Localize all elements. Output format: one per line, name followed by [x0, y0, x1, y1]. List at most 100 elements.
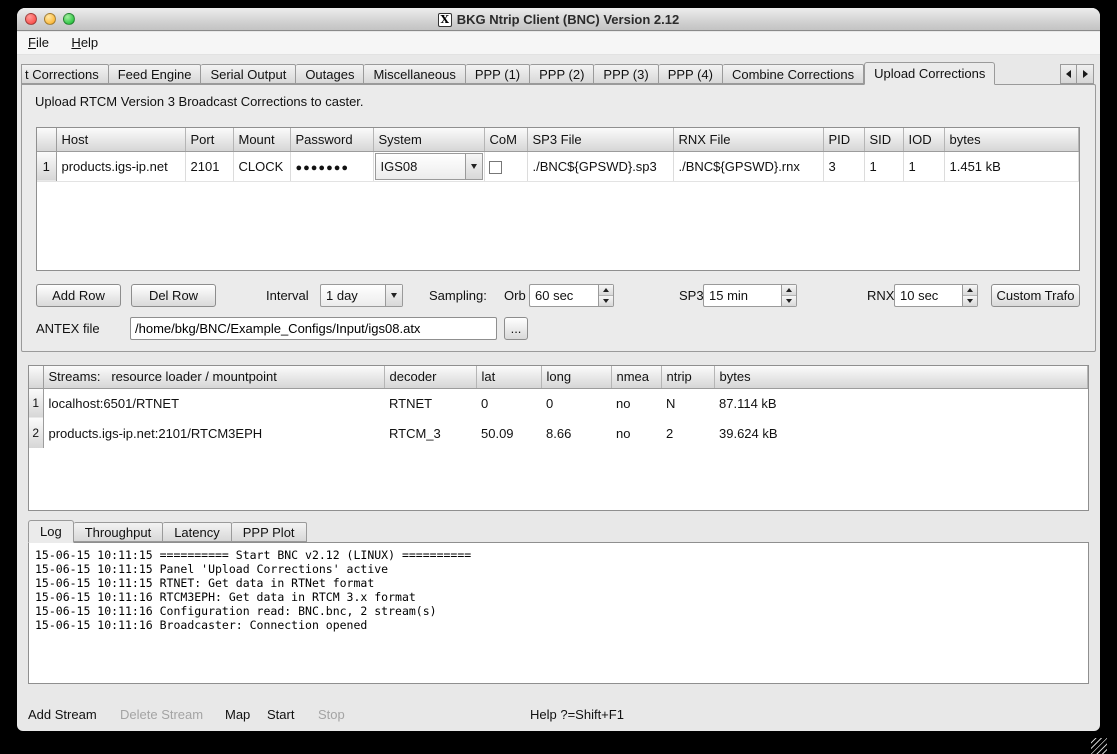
- menu-bar: File Help: [17, 32, 1100, 55]
- interval-combo[interactable]: 1 day: [320, 284, 403, 307]
- spinner-up-icon: [967, 288, 973, 292]
- tab-ppp-1[interactable]: PPP (1): [466, 64, 530, 84]
- rnx-sampling-value: 10 sec: [895, 285, 962, 306]
- rnx-sampling-spinner[interactable]: 10 sec: [894, 284, 978, 307]
- row-header-1: 1: [29, 388, 43, 418]
- host-cell[interactable]: products.igs-ip.net: [56, 151, 185, 181]
- tab-scroll-left-button[interactable]: [1060, 64, 1077, 84]
- bytes-cell: 87.114 kB: [714, 388, 1088, 418]
- tab-scroll-right-button[interactable]: [1077, 64, 1094, 84]
- tab-combine-corrections[interactable]: Combine Corrections: [723, 64, 864, 84]
- tab-ppp-plot[interactable]: PPP Plot: [232, 522, 307, 542]
- log-line: 15-06-15 10:11:15 RTNET: Get data in RTN…: [35, 576, 1082, 590]
- antex-file-input[interactable]: [130, 317, 497, 340]
- pid-cell[interactable]: 3: [823, 151, 864, 181]
- system-combo[interactable]: IGS08: [375, 153, 483, 180]
- ntrip-cell: N: [661, 388, 714, 418]
- spinner-up-icon: [786, 288, 792, 292]
- panel-description: Upload RTCM Version 3 Broadcast Correcti…: [35, 94, 364, 109]
- ntrip-cell: 2: [661, 418, 714, 448]
- column-header-nmea: nmea: [611, 366, 661, 388]
- zoom-button[interactable]: [63, 13, 75, 25]
- antex-browse-button[interactable]: ...: [504, 317, 528, 340]
- spinner-arrows[interactable]: [962, 285, 977, 306]
- tab-log[interactable]: Log: [28, 520, 74, 543]
- sid-cell[interactable]: 1: [864, 151, 903, 181]
- interval-label: Interval: [266, 284, 309, 307]
- delete-stream-button[interactable]: Delete Stream: [120, 705, 203, 725]
- column-header-host: Host: [56, 128, 185, 151]
- column-header-mount: Mount: [233, 128, 290, 151]
- sp3-sampling-value: 15 min: [704, 285, 781, 306]
- window-controls: [25, 13, 75, 25]
- tab-ppp-2[interactable]: PPP (2): [530, 64, 594, 84]
- long-cell: 0: [541, 388, 611, 418]
- start-button[interactable]: Start: [267, 705, 294, 725]
- password-cell[interactable]: ●●●●●●●: [290, 151, 373, 181]
- add-stream-button[interactable]: Add Stream: [28, 705, 97, 725]
- tab-outages[interactable]: Outages: [296, 64, 364, 84]
- stream-row[interactable]: 1 localhost:6501/RTNET RTNET 0 0 no N 87…: [29, 388, 1088, 418]
- port-cell[interactable]: 2101: [185, 151, 233, 181]
- tab-throughput[interactable]: Throughput: [74, 522, 164, 542]
- system-cell: IGS08: [373, 151, 484, 181]
- app-window: X BKG Ntrip Client (BNC) Version 2.12 Fi…: [17, 8, 1100, 731]
- tab-ppp-3[interactable]: PPP (3): [594, 64, 658, 84]
- map-button[interactable]: Map: [225, 705, 250, 725]
- tab-ppp-4[interactable]: PPP (4): [659, 64, 723, 84]
- tab-feed-engine[interactable]: Feed Engine: [109, 64, 202, 84]
- background-resize-grip[interactable]: [1091, 738, 1107, 754]
- streams-table: Streams: resource loader / mountpoint de…: [28, 365, 1089, 511]
- spinner-arrows[interactable]: [598, 285, 613, 306]
- column-header-ntrip: ntrip: [661, 366, 714, 388]
- monitor-tab-bar: Log Throughput Latency PPP Plot: [28, 520, 307, 542]
- tab-latency[interactable]: Latency: [163, 522, 232, 542]
- tab-miscellaneous[interactable]: Miscellaneous: [364, 64, 465, 84]
- stop-button[interactable]: Stop: [318, 705, 345, 725]
- spinner-down-icon: [967, 299, 973, 303]
- column-header-port: Port: [185, 128, 233, 151]
- chevron-right-icon: [1083, 70, 1088, 78]
- orb-sampling-spinner[interactable]: 60 sec: [529, 284, 614, 307]
- tab-broadcast-corrections[interactable]: t Corrections: [21, 64, 109, 84]
- del-row-button[interactable]: Del Row: [131, 284, 216, 307]
- chevron-down-icon: [465, 154, 482, 179]
- spinner-up-icon: [603, 288, 609, 292]
- tab-serial-output[interactable]: Serial Output: [201, 64, 296, 84]
- column-header-password: Password: [290, 128, 373, 151]
- bytes-cell: 39.624 kB: [714, 418, 1088, 448]
- log-line: 15-06-15 10:11:16 Configuration read: BN…: [35, 604, 1082, 618]
- sp3-file-cell[interactable]: ./BNC${GPSWD}.sp3: [527, 151, 673, 181]
- add-row-button[interactable]: Add Row: [36, 284, 121, 307]
- lat-cell: 0: [476, 388, 541, 418]
- close-button[interactable]: [25, 13, 37, 25]
- spinner-arrows[interactable]: [781, 285, 796, 306]
- menu-file[interactable]: File: [19, 32, 58, 53]
- log-output: 15-06-15 10:11:15 ========== Start BNC v…: [28, 542, 1089, 684]
- column-header-bytes: bytes: [714, 366, 1088, 388]
- row-header-1: 1: [37, 151, 56, 181]
- corner-header: [37, 128, 56, 151]
- menu-help[interactable]: Help: [62, 32, 107, 53]
- title-bar[interactable]: X BKG Ntrip Client (BNC) Version 2.12: [17, 8, 1100, 31]
- orb-label: Orb: [504, 284, 526, 307]
- column-header-rnx-file: RNX File: [673, 128, 823, 151]
- sp3-sampling-spinner[interactable]: 15 min: [703, 284, 797, 307]
- x11-app-icon: X: [438, 13, 452, 27]
- iod-cell[interactable]: 1: [903, 151, 944, 181]
- column-header-system: System: [373, 128, 484, 151]
- corner-header: [29, 366, 43, 388]
- tab-upload-corrections[interactable]: Upload Corrections: [864, 62, 995, 85]
- upload-corrections-panel: Upload RTCM Version 3 Broadcast Correcti…: [21, 84, 1096, 352]
- minimize-button[interactable]: [44, 13, 56, 25]
- decoder-cell: RTNET: [384, 388, 476, 418]
- com-checkbox[interactable]: [489, 161, 502, 174]
- mount-cell[interactable]: CLOCK: [233, 151, 290, 181]
- rnx-file-cell[interactable]: ./BNC${GPSWD}.rnx: [673, 151, 823, 181]
- mountpoint-cell: localhost:6501/RTNET: [43, 388, 384, 418]
- log-line: 15-06-15 10:11:16 RTCM3EPH: Get data in …: [35, 590, 1082, 604]
- custom-trafo-button[interactable]: Custom Trafo: [991, 284, 1080, 307]
- column-header-sp3-file: SP3 File: [527, 128, 673, 151]
- stream-row[interactable]: 2 products.igs-ip.net:2101/RTCM3EPH RTCM…: [29, 418, 1088, 448]
- spinner-down-icon: [786, 299, 792, 303]
